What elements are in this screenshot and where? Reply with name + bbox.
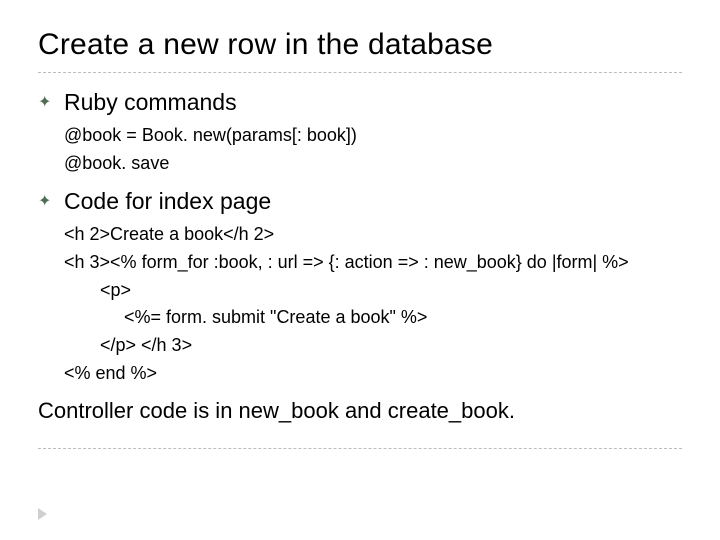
bullet-item-ruby: ✦ Ruby commands [38,89,682,116]
bullet-icon: ✦ [38,194,51,210]
item-heading: Code for index page [64,188,682,215]
code-line: @book. save [64,150,682,178]
item-heading: Ruby commands [64,89,682,116]
footer-text: Controller code is in new_book and creat… [38,398,682,424]
code-line: <% end %> [64,360,682,388]
code-line: <h 2>Create a book</h 2> [64,221,682,249]
code-line: @book = Book. new(params[: book]) [64,122,682,150]
bullet-icon: ✦ [38,95,51,111]
bullet-item-index: ✦ Code for index page [38,188,682,215]
divider [38,448,682,449]
item-body-index: <h 2>Create a book</h 2> <h 3><% form_fo… [38,221,682,388]
code-line: <%= form. submit "Create a book" %> [64,304,682,332]
corner-arrow-icon [38,508,47,520]
code-line: <p> [64,277,682,305]
slide-title: Create a new row in the database [38,28,682,73]
code-line: </p> </h 3> [64,332,682,360]
code-line: <h 3><% form_for :book, : url => {: acti… [64,249,682,277]
item-body-ruby: @book = Book. new(params[: book]) @book.… [38,122,682,178]
